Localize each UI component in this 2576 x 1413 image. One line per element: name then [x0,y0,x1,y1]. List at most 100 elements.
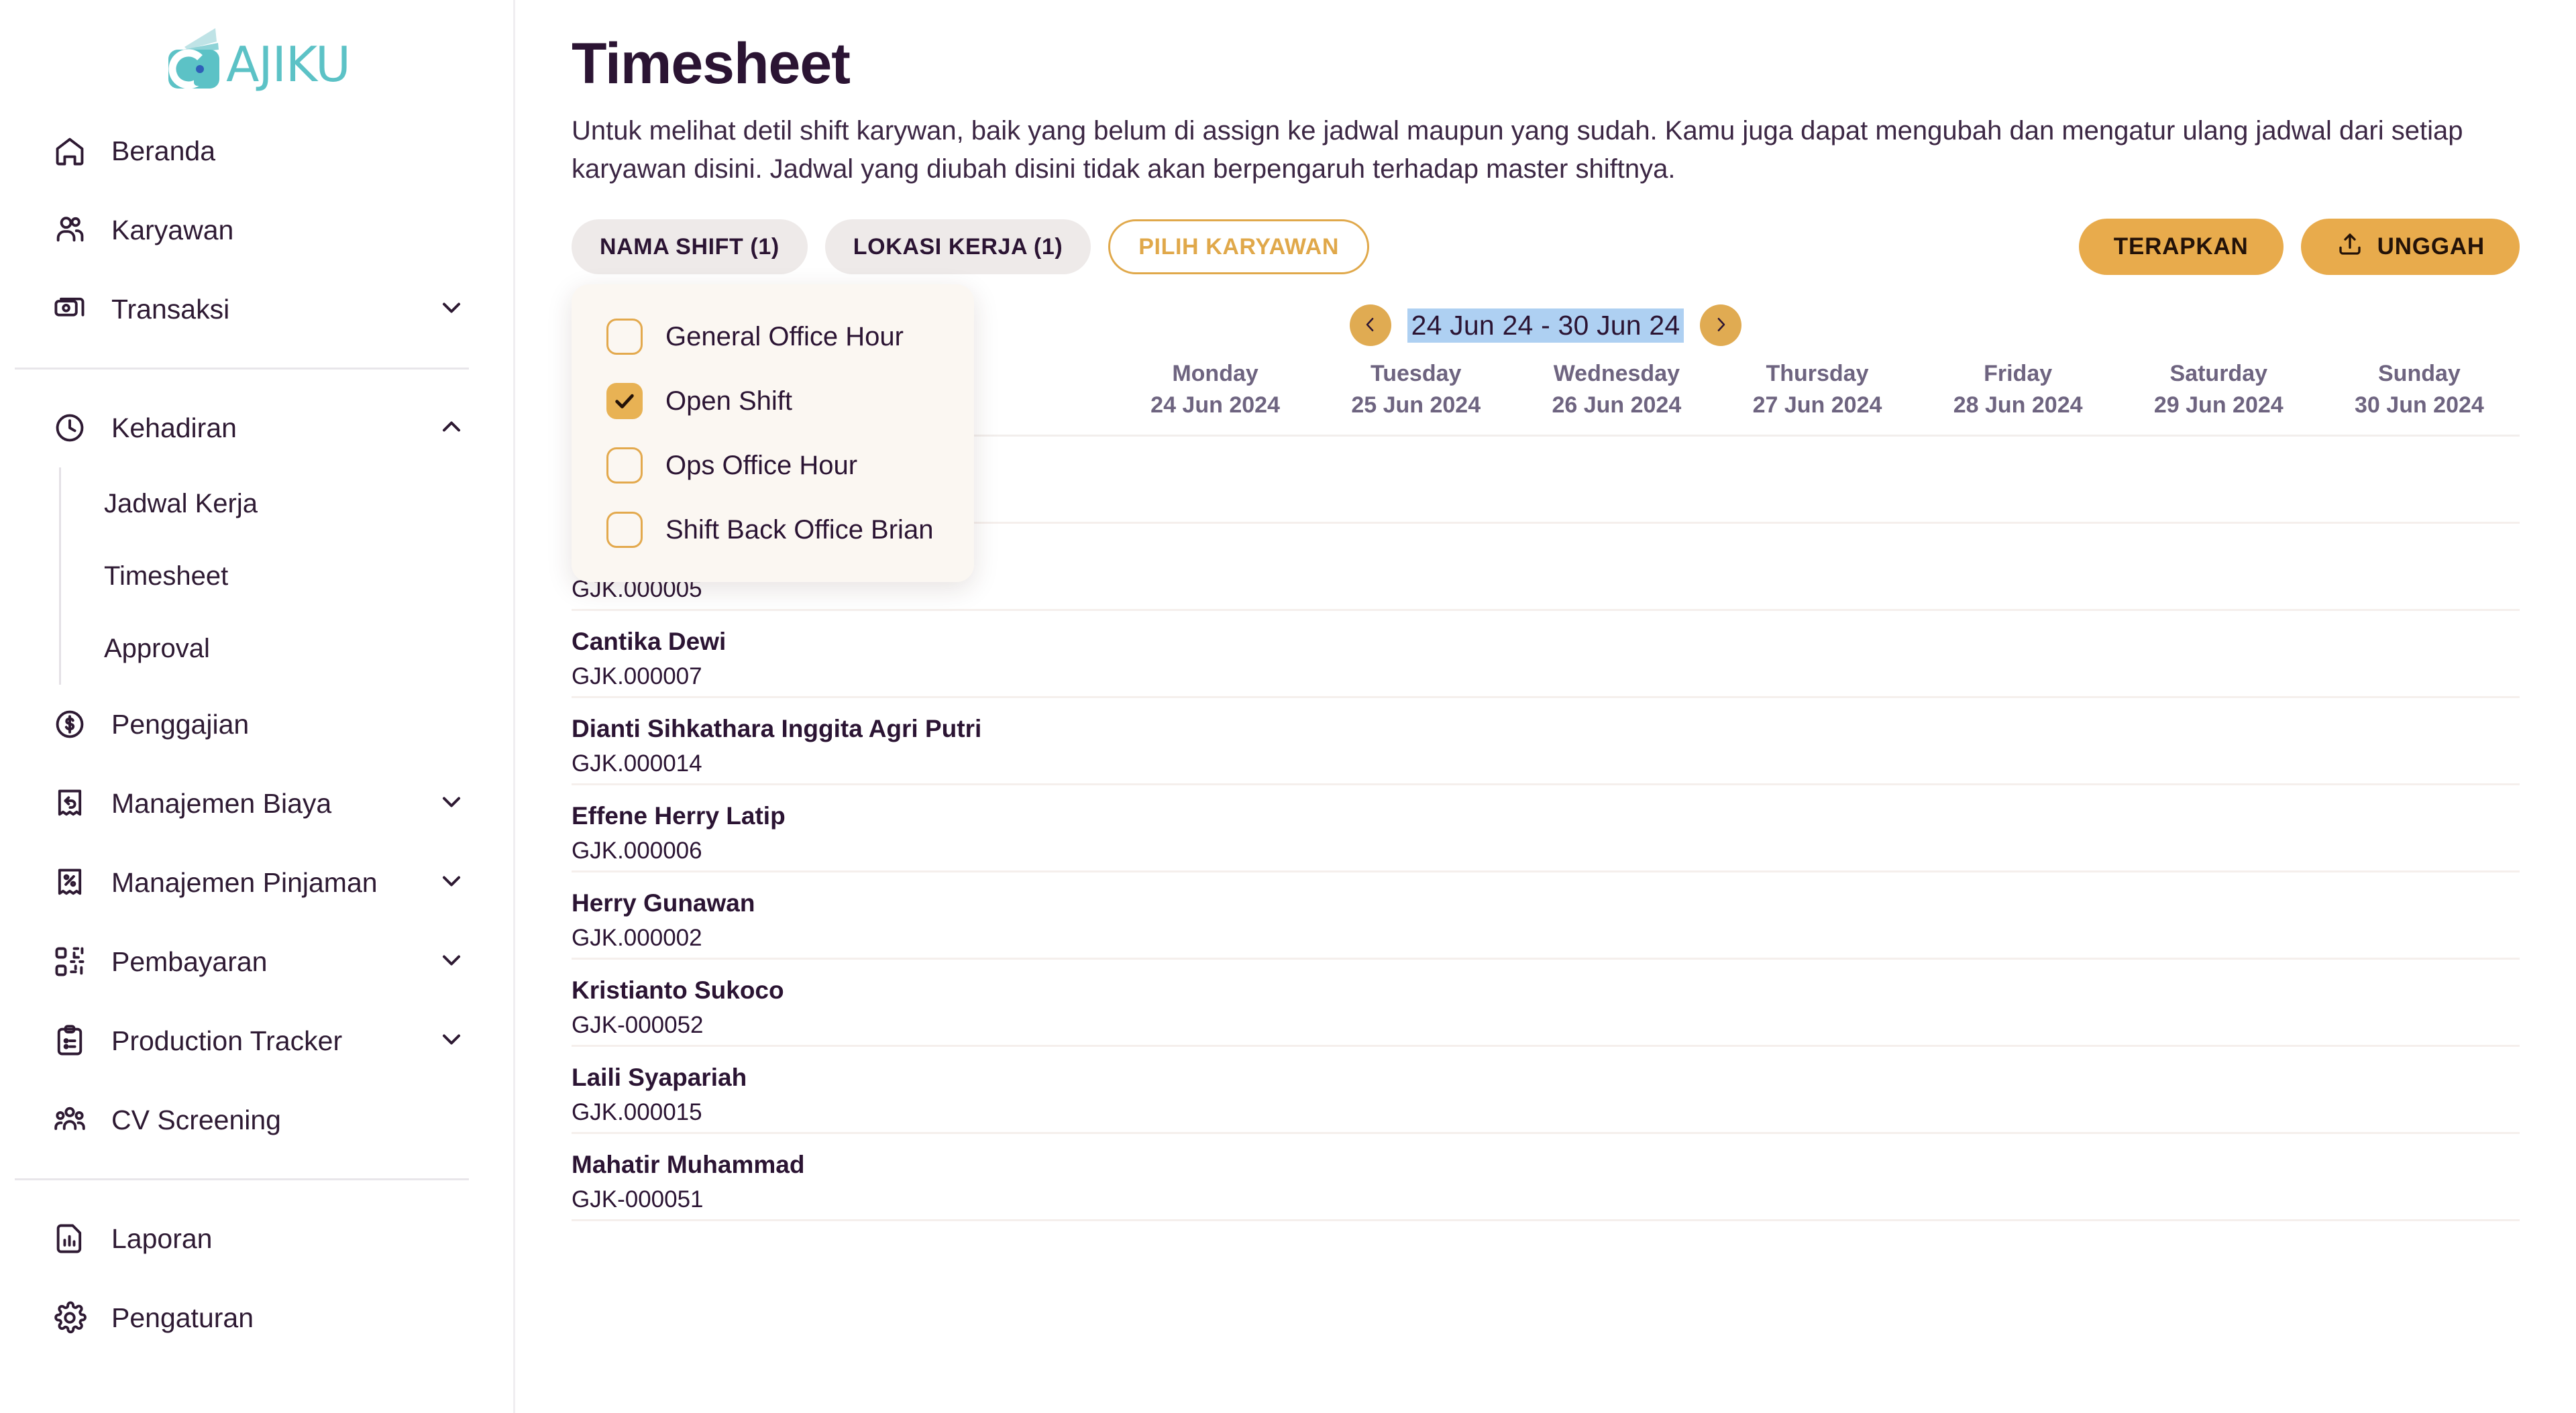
chevron-down-icon[interactable] [437,946,466,978]
main-content: Timesheet Untuk melihat detil shift kary… [515,0,2576,1413]
sidebar-item-laporan[interactable]: Laporan [0,1199,513,1278]
gear-icon [52,1300,87,1335]
terapkan-button[interactable]: TERAPKAN [2078,219,2284,276]
employee-name: Mahatir Muhammad [572,1151,805,1179]
checkbox-checked-icon[interactable] [606,383,643,420]
sidebar-subitem-label: Jadwal Kerja [104,488,258,518]
employee-cell: Cantika Dewi GJK.000007 [572,626,1115,692]
employee-name: Cantika Dewi [572,628,727,656]
sidebar-item-penggajian[interactable]: Penggajian [0,685,513,764]
employee-name: Laili Syapariah [572,1064,747,1092]
sidebar-item-cv-screening[interactable]: CV Screening [0,1080,513,1160]
chevron-down-icon[interactable] [437,293,466,326]
sidebar-item-label: Pembayaran [111,946,268,977]
day-date: 24 Jun 2024 [1150,392,1280,418]
filter-nama-shift-button[interactable]: NAMA SHIFT (1) [572,219,808,275]
employee-cell: Laili Syapariah GJK.000015 [572,1062,1115,1128]
dropdown-option-shift-back-office-brian[interactable]: Shift Back Office Brian [572,498,974,562]
sidebar-item-kehadiran[interactable]: Kehadiran [0,388,513,467]
sidebar-item-manajemen-pinjaman[interactable]: Manajemen Pinjaman [0,843,513,922]
date-range-label[interactable]: 24 Jun 24 - 30 Jun 24 [1407,308,1684,343]
table-row[interactable]: Effene Herry Latip GJK.000006 [572,785,2520,873]
sidebar-divider-1 [15,368,469,370]
employee-id: GJK.000015 [572,1099,702,1126]
filter-lokasi-kerja-button[interactable]: LOKASI KERJA (1) [824,219,1091,275]
table-row[interactable]: Dianti Sihkathara Inggita Agri Putri GJK… [572,698,2520,786]
table-row[interactable]: Laili Syapariah GJK.000015 [572,1047,2520,1135]
chevron-down-icon[interactable] [437,1025,466,1058]
unggah-label: UNGGAH [2377,233,2485,260]
day-name: Sunday [2378,361,2461,387]
dropdown-option-general-office-hour[interactable]: General Office Hour [572,304,974,369]
terapkan-label: TERAPKAN [2113,233,2249,260]
table-header-day: Saturday 29 Jun 2024 [2118,358,2319,421]
employee-name: Herry Gunawan [572,889,755,917]
checkbox-unchecked-icon[interactable] [606,447,643,484]
group-icon [52,1103,87,1137]
employee-name: Dianti Sihkathara Inggita Agri Putri [572,715,982,743]
dropdown-option-label: General Office Hour [665,321,904,351]
receipt-back-icon [52,786,87,821]
day-date: 25 Jun 2024 [1351,392,1481,418]
chevron-left-icon [1360,315,1381,337]
employee-cell: Mahatir Muhammad GJK-000051 [572,1149,1115,1215]
day-name: Saturday [2169,361,2268,387]
sidebar-item-jadwal-kerja[interactable]: Jadwal Kerja [61,467,513,540]
table-header-day: Friday 28 Jun 2024 [1918,358,2118,421]
money-icon [52,292,87,327]
sidebar-divider-2 [15,1178,469,1180]
table-header-day: Wednesday 26 Jun 2024 [1516,358,1717,421]
sidebar-item-approval[interactable]: Approval [61,612,513,685]
sidebar-item-label: Production Tracker [111,1025,343,1056]
employee-id: GJK-000051 [572,1186,704,1213]
chevron-down-icon[interactable] [437,787,466,820]
prev-week-button[interactable] [1349,304,1391,347]
table-row[interactable]: Mahatir Muhammad GJK-000051 [572,1134,2520,1222]
dropdown-option-open-shift[interactable]: Open Shift [572,369,974,433]
sidebar-item-pengaturan[interactable]: Pengaturan [0,1278,513,1357]
home-icon [52,133,87,168]
table-header-day: Sunday 30 Jun 2024 [2319,358,2520,421]
table-row[interactable]: Herry Gunawan GJK.000002 [572,872,2520,960]
sidebar-item-production-tracker[interactable]: Production Tracker [0,1001,513,1080]
page-description: Untuk melihat detil shift karywan, baik … [572,115,2463,184]
employee-id: GJK-000052 [572,1012,704,1039]
employee-name: Kristianto Sukoco [572,976,784,1005]
chevron-down-icon[interactable] [437,866,466,899]
day-date: 26 Jun 2024 [1552,392,1682,418]
employee-id: GJK.000002 [572,925,702,952]
table-row[interactable]: Cantika Dewi GJK.000007 [572,611,2520,699]
sidebar-item-label: Manajemen Pinjaman [111,866,378,898]
checkbox-unchecked-icon[interactable] [606,319,643,355]
checkbox-unchecked-icon[interactable] [606,512,643,549]
sidebar-item-label: Beranda [111,135,216,166]
sidebar-item-manajemen-biaya[interactable]: Manajemen Biaya [0,764,513,843]
sidebar-item-label: Pengaturan [111,1302,254,1333]
chevron-up-icon[interactable] [437,412,466,445]
sidebar-nav: Beranda Karyawan Transaksi Kehadiran Jad… [0,111,513,1357]
employee-id: GJK.000014 [572,750,702,777]
sidebar-item-pembayaran[interactable]: Pembayaran [0,922,513,1001]
nama-shift-dropdown: General Office Hour Open Shift Ops Offic… [572,284,974,583]
sidebar-item-label: Karyawan [111,214,234,245]
day-name: Tuesday [1371,361,1462,387]
employee-cell: Kristianto Sukoco GJK-000052 [572,974,1115,1041]
sidebar-subitem-label: Timesheet [104,561,229,591]
sidebar-subitem-label: Approval [104,633,210,663]
sidebar-item-label: Transaksi [111,293,230,325]
table-row[interactable]: Kristianto Sukoco GJK-000052 [572,960,2520,1048]
qr-icon [52,944,87,979]
page-title: Timesheet [572,32,851,96]
sidebar-item-timesheet[interactable]: Timesheet [61,540,513,612]
pilih-karyawan-button[interactable]: PILIH KARYAWAN [1108,219,1369,275]
dropdown-option-ops-office-hour[interactable]: Ops Office Hour [572,433,974,498]
sidebar-item-karyawan[interactable]: Karyawan [0,190,513,270]
day-name: Thursday [1766,361,1869,387]
users-icon [52,213,87,247]
sidebar-item-beranda[interactable]: Beranda [0,111,513,190]
app-logo[interactable]: AJIKU [0,4,513,111]
sidebar-item-transaksi[interactable]: Transaksi [0,270,513,349]
next-week-button[interactable] [1700,304,1742,347]
unggah-button[interactable]: UNGGAH [2300,219,2520,276]
day-date: 29 Jun 2024 [2153,392,2284,418]
